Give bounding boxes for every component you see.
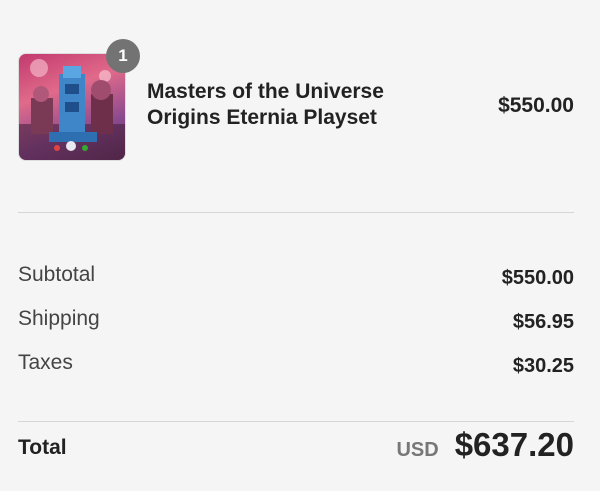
shipping-label: Shipping	[18, 307, 100, 330]
product-name: Masters of the Universe Origins Eternia …	[147, 80, 384, 129]
taxes-value: $30.25	[512, 355, 574, 377]
order-line-item: 1 Masters of the Universe Origins Eterni…	[18, 39, 574, 161]
subtotal-value: $550.00	[501, 267, 574, 289]
taxes-row: Taxes $30.25	[18, 351, 574, 381]
product-price: $550.00	[498, 94, 574, 117]
product-thumbnail	[18, 53, 126, 161]
subtotal-row: Subtotal $550.00	[18, 263, 574, 293]
total-label: Total	[18, 436, 67, 459]
taxes-label: Taxes	[18, 351, 73, 374]
total-value: $637.20	[454, 426, 574, 463]
shipping-value: $56.95	[512, 311, 574, 333]
divider	[18, 421, 574, 422]
shipping-row: Shipping $56.95	[18, 307, 574, 337]
currency-code: USD	[396, 439, 439, 461]
total-amount: USD $637.20	[396, 426, 574, 464]
quantity-badge: 1	[106, 39, 140, 73]
playset-image	[19, 59, 125, 160]
divider	[18, 212, 574, 213]
subtotal-label: Subtotal	[18, 263, 96, 286]
